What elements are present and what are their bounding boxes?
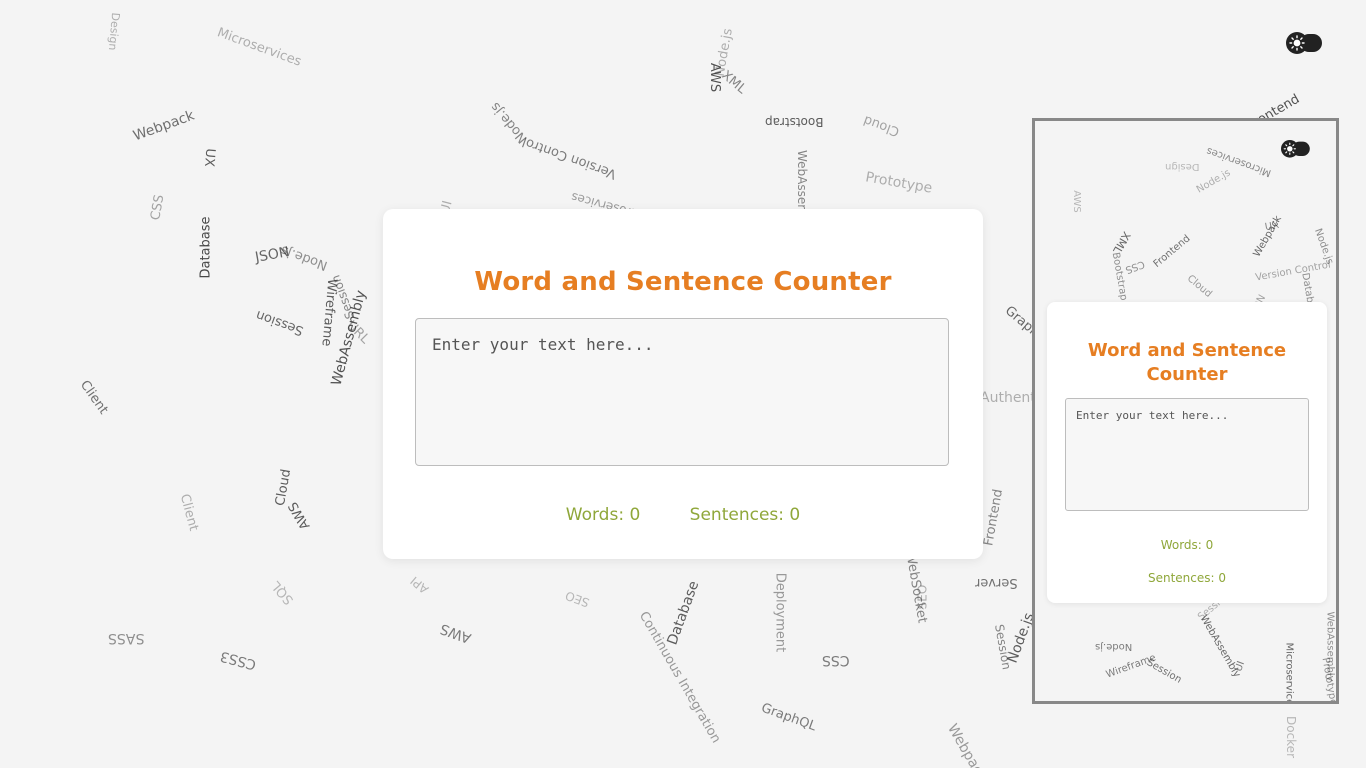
mobile-background-word: Session [1144, 657, 1184, 686]
mobile-background-word: Design [1165, 161, 1200, 172]
mobile-sun-icon [1281, 140, 1299, 158]
background-word: Version Control [520, 133, 619, 182]
background-word: SEO [915, 584, 930, 610]
mobile-background-word: Node.js [1194, 167, 1233, 196]
mobile-background-word: Microservices [1283, 642, 1295, 701]
background-word: Session [253, 306, 306, 339]
background-word: UX [200, 147, 218, 168]
mobile-word-count: Words: 0 [1160, 538, 1214, 552]
stats-row: Words: 0 Sentences: 0 [383, 505, 983, 525]
background-word: Docker [1284, 715, 1299, 759]
background-word: Server [975, 575, 1018, 590]
background-word: Database [664, 578, 703, 648]
background-word: AWS [285, 499, 314, 532]
page-title: Word and Sentence Counter [474, 267, 892, 297]
theme-toggle[interactable] [1286, 32, 1322, 54]
background-word: Client [176, 492, 201, 533]
background-word: Cloud [272, 467, 295, 508]
mobile-background-word: AWS [1070, 190, 1082, 213]
counter-card: Word and Sentence Counter Words: 0 Sente… [383, 209, 983, 559]
mobile-counter-card: Word and Sentence Counter Words: 0 Senten… [1047, 302, 1327, 603]
text-input[interactable] [415, 318, 949, 466]
background-word: SEO [563, 588, 592, 610]
mobile-background-word: Version Control [1254, 259, 1332, 284]
background-word: Design [105, 12, 123, 51]
mobile-title-line2: Counter [1146, 364, 1228, 385]
mobile-title-line1: Word and Sentence [1087, 340, 1287, 361]
background-word: Prototype [864, 169, 934, 197]
background-word: Bootstrap [765, 115, 824, 129]
mobile-background-word: Node.js [1095, 641, 1133, 652]
background-word: AWS [438, 620, 474, 646]
background-word: CSS [148, 193, 168, 222]
background-word: Cloud [861, 112, 902, 139]
sun-icon [1286, 32, 1308, 54]
background-word: CSS3 [218, 647, 258, 673]
background-word: CSS [822, 652, 850, 668]
background-word: SQL [268, 577, 297, 608]
background-word: SASS [108, 630, 145, 646]
background-word: Webpack [131, 107, 197, 145]
mobile-text-input[interactable] [1065, 398, 1309, 511]
sentence-count: Sentences: 0 [689, 505, 801, 525]
mobile-theme-toggle[interactable] [1281, 140, 1310, 158]
background-word: Webpack [944, 721, 990, 768]
background-word: Database [198, 216, 214, 279]
background-word: XML [718, 67, 749, 98]
mobile-background-word: Bootstrap [1109, 251, 1130, 302]
background-word: Deployment [772, 572, 788, 653]
mobile-page-title: Word and Sentence Counter [1047, 339, 1327, 387]
background-word: GraphQL [759, 700, 819, 735]
background-word: Client [76, 377, 111, 418]
background-word: API [407, 573, 432, 597]
word-count: Words: 0 [565, 505, 641, 525]
mobile-background-word: Frontend [1151, 233, 1193, 270]
background-word: Microservices [215, 25, 304, 70]
mobile-background-word: UX [1264, 219, 1281, 234]
mobile-background-word: CSS [1123, 257, 1146, 276]
mobile-background-word: Cloud [1184, 273, 1214, 300]
background-word: Node.js [278, 242, 330, 273]
mobile-preview: Design Microservices Node.js AWS XML Frontend… [1032, 118, 1339, 704]
mobile-sentence-count: Sentences: 0 [1147, 571, 1227, 585]
background-word: Frontend [981, 487, 1007, 548]
